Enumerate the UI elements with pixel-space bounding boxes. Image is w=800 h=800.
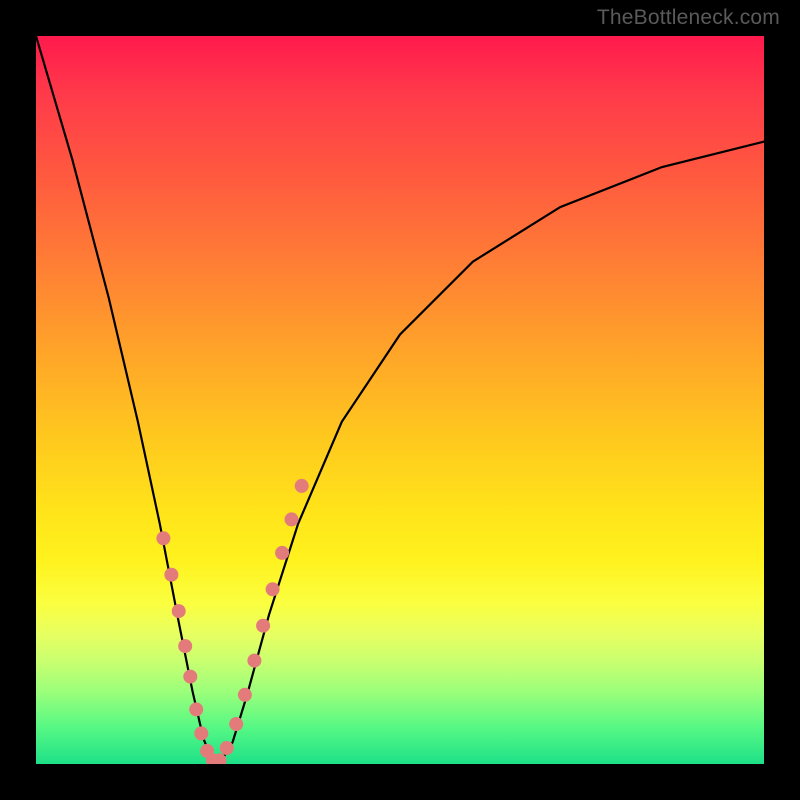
chart-svg: [36, 36, 764, 764]
sample-dot: [189, 702, 203, 716]
sample-dot: [285, 512, 299, 526]
sample-dot: [247, 654, 261, 668]
sample-dot: [164, 568, 178, 582]
sample-dot: [238, 688, 252, 702]
sample-dot: [156, 531, 170, 545]
sample-dot: [178, 639, 192, 653]
sample-dot: [266, 582, 280, 596]
sample-dot: [295, 479, 309, 493]
sample-dot: [256, 619, 270, 633]
sample-dot: [183, 670, 197, 684]
sample-dot: [275, 546, 289, 560]
sample-dot: [194, 726, 208, 740]
watermark-text: TheBottleneck.com: [597, 6, 780, 30]
plot-area: [36, 36, 764, 764]
sample-dot: [220, 741, 234, 755]
sample-dot: [172, 604, 186, 618]
sample-dot: [229, 717, 243, 731]
bottleneck-curve: [36, 36, 764, 760]
outer-frame: TheBottleneck.com: [0, 0, 800, 800]
